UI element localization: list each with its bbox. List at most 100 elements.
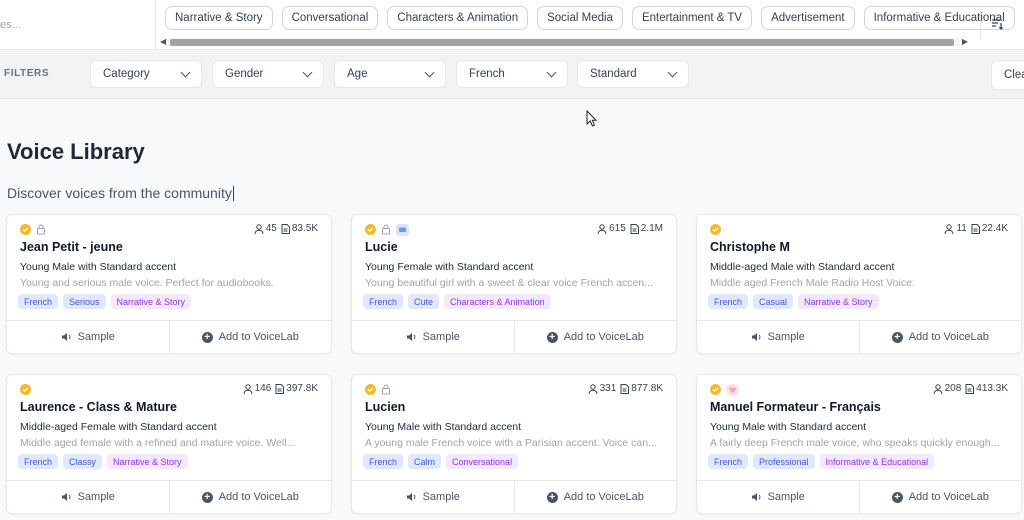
voice-card[interactable]: 45 83.5K Jean Petit - jeune Young Male w… [6, 214, 332, 354]
chip-narrative-story[interactable]: Narrative & Story [165, 6, 273, 30]
add-to-voicelab-button[interactable]: + Add to VoiceLab [858, 481, 1022, 513]
tag-category: Conversational [446, 454, 519, 469]
gender-dropdown[interactable]: Gender [212, 60, 324, 88]
chip-advertisement[interactable]: Advertisement [761, 6, 855, 30]
voice-description: Middle aged French Male Radio Host Voice… [710, 277, 915, 289]
card-actions: Sample + Add to VoiceLab [7, 480, 331, 513]
voice-name: Jean Petit - jeune [20, 240, 123, 254]
document-icon [281, 223, 290, 234]
scrollbar-thumb[interactable] [170, 39, 954, 46]
user-icon [588, 383, 598, 394]
add-label: Add to VoiceLab [218, 491, 299, 503]
chevron-down-icon [180, 67, 191, 77]
add-to-voicelab-button[interactable]: + Add to VoiceLab [513, 321, 677, 353]
add-label: Add to VoiceLab [908, 331, 989, 343]
card-badges [20, 383, 31, 396]
voice-tags: French Cute Characters & Animation [363, 294, 551, 309]
search-area[interactable]: es... [0, 0, 156, 50]
user-icon [597, 223, 607, 234]
tag-language: French [708, 454, 749, 469]
card-badges [710, 223, 721, 236]
sample-button[interactable]: Sample [7, 321, 169, 353]
horizontal-scrollbar[interactable]: ◀ ▶ [158, 36, 970, 48]
accent-dropdown[interactable]: Standard [577, 60, 689, 88]
category-bar: es... Narrative & Story Conversational C… [0, 0, 1024, 50]
char-count: 2.1M [640, 223, 663, 234]
voice-description: Young and serious male voice. Perfect fo… [20, 277, 274, 289]
chevron-down-icon [302, 67, 313, 77]
char-count: 83.5K [291, 223, 318, 234]
chip-social-media[interactable]: Social Media [537, 6, 623, 30]
voice-tags: French Professional Informative & Educat… [708, 454, 935, 469]
sample-label: Sample [77, 491, 115, 503]
plus-circle-icon: + [546, 331, 558, 343]
sort-button[interactable] [980, 8, 1012, 40]
voice-accent: Middle-aged Female with Standard accent [20, 421, 217, 433]
voice-tags: French Casual Narrative & Story [708, 294, 879, 309]
page-title: Voice Library [7, 139, 145, 164]
voice-description: Young beautiful girl with a sweet & clea… [365, 277, 653, 289]
tag-category: Characters & Animation [444, 294, 551, 309]
voice-accent: Young Male with Standard accent [20, 261, 177, 273]
add-to-voicelab-button[interactable]: + Add to VoiceLab [858, 321, 1022, 353]
user-icon [254, 223, 264, 234]
language-dropdown[interactable]: French [456, 60, 568, 88]
scroll-left-arrow-icon[interactable]: ◀ [160, 37, 166, 46]
add-to-voicelab-button[interactable]: + Add to VoiceLab [513, 481, 677, 513]
sample-label: Sample [77, 331, 115, 343]
category-dropdown-label: Category [103, 68, 150, 80]
sample-button[interactable]: Sample [352, 321, 514, 353]
tag-style: Cute [408, 294, 440, 309]
char-count: 22.4K [981, 223, 1008, 234]
sample-button[interactable]: Sample [697, 481, 859, 513]
sample-button[interactable]: Sample [697, 321, 859, 353]
tag-language: French [363, 294, 404, 309]
voice-name: Lucie [365, 240, 398, 254]
add-to-voicelab-button[interactable]: + Add to VoiceLab [168, 481, 332, 513]
voice-card[interactable]: 208 413.3K Manuel Formateur - Français Y… [696, 374, 1022, 514]
tag-category: Informative & Educational [819, 454, 935, 469]
scroll-right-arrow-icon[interactable]: ▶ [962, 37, 968, 46]
chevron-down-icon [424, 67, 435, 77]
verified-badge-icon [20, 384, 31, 395]
age-dropdown-label: Age [347, 68, 368, 80]
voice-card[interactable]: 11 22.4K Christophe M Middle-aged Male w… [696, 214, 1022, 354]
voice-card[interactable]: 331 877.8K Lucien Young Male with Standa… [351, 374, 677, 514]
speaker-icon [406, 333, 416, 341]
speaker-icon [751, 333, 761, 341]
chip-conversational[interactable]: Conversational [281, 6, 379, 30]
page-subtitle-text: Discover voices from the community [7, 185, 232, 201]
document-icon [965, 383, 975, 394]
sample-button[interactable]: Sample [352, 481, 514, 513]
speaker-icon [751, 493, 761, 501]
tag-category: Narrative & Story [107, 454, 188, 469]
sample-label: Sample [422, 491, 460, 503]
add-to-voicelab-button[interactable]: + Add to VoiceLab [168, 321, 332, 353]
clear-filters-button[interactable]: Clea [991, 60, 1024, 90]
document-icon [275, 383, 285, 394]
sample-button[interactable]: Sample [7, 481, 169, 513]
voice-accent: Young Male with Standard accent [365, 421, 522, 433]
tag-category: Narrative & Story [798, 294, 879, 309]
char-count: 413.3K [976, 383, 1008, 394]
filters-label: FILTERS [4, 68, 50, 79]
add-label: Add to VoiceLab [563, 331, 644, 343]
voice-card[interactable]: 146 397.8K Laurence - Class & Mature Mid… [6, 374, 332, 514]
card-actions: Sample + Add to VoiceLab [697, 320, 1021, 353]
chip-entertainment-tv[interactable]: Entertainment & TV [631, 6, 753, 30]
language-dropdown-label: French [469, 68, 505, 80]
search-placeholder: es... [0, 19, 21, 31]
voice-tags: French Calm Conversational [363, 454, 519, 469]
card-badges [20, 223, 46, 236]
chip-characters-animation[interactable]: Characters & Animation [387, 6, 529, 30]
category-dropdown[interactable]: Category [90, 60, 202, 88]
lock-icon [382, 384, 390, 395]
voice-card[interactable]: 615 2.1M Lucie Young Female with Standar… [351, 214, 677, 354]
filters-bar: FILTERS Category Gender Age French Stand… [0, 51, 1024, 99]
age-dropdown[interactable]: Age [334, 60, 446, 88]
plus-circle-icon: + [891, 331, 903, 343]
add-label: Add to VoiceLab [908, 491, 989, 503]
user-count: 208 [944, 383, 962, 394]
voice-accent: Young Male with Standard accent [710, 421, 867, 433]
user-icon [944, 223, 954, 234]
